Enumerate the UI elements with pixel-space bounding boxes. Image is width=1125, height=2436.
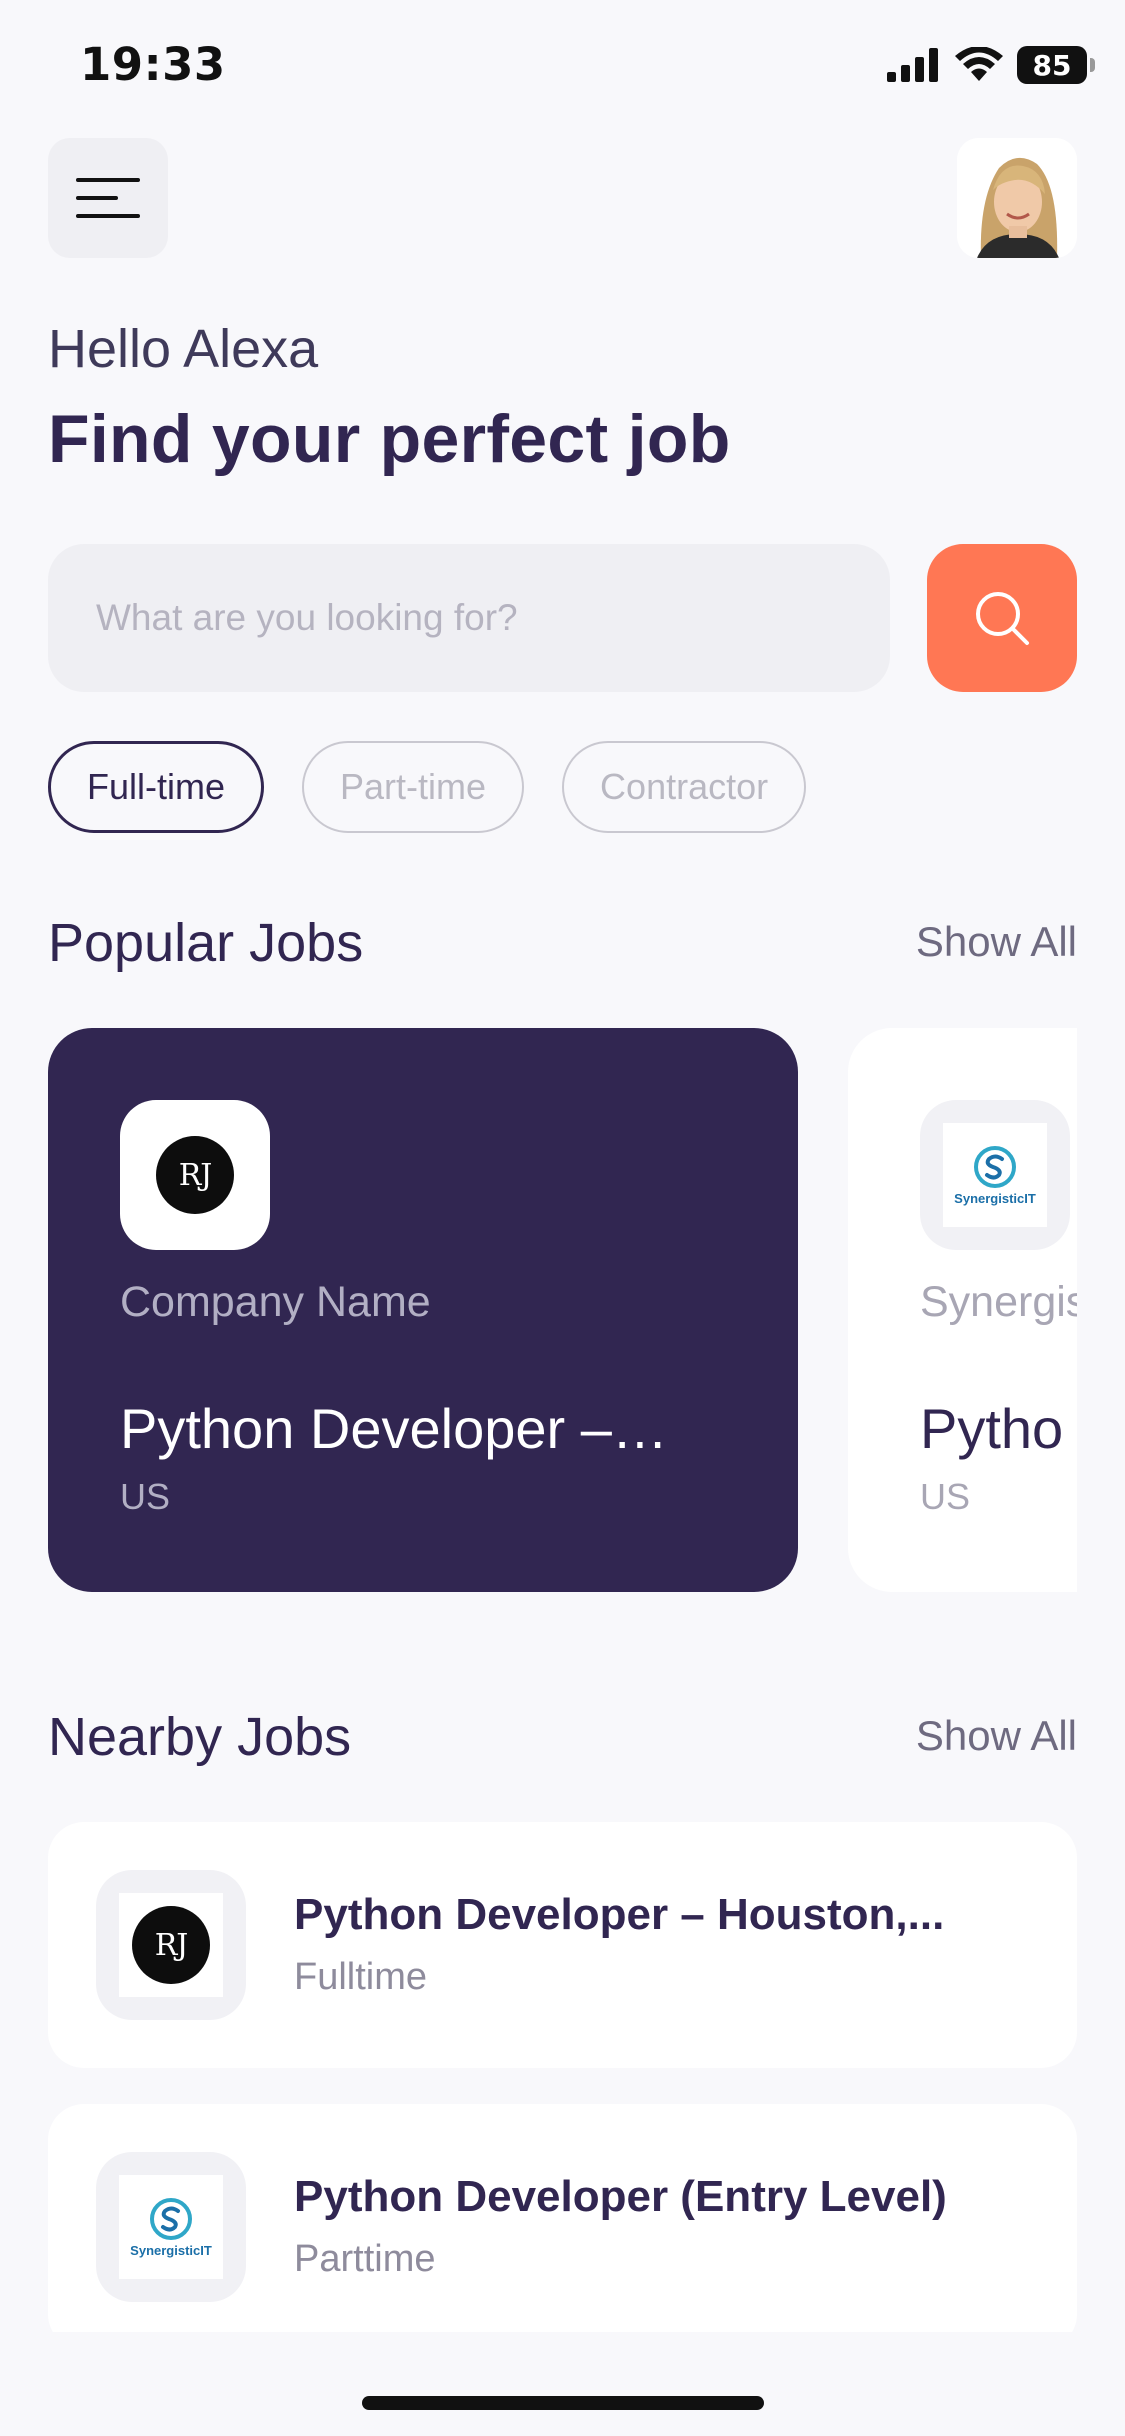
company-name: Company Name xyxy=(120,1278,431,1326)
synergisticit-emblem-icon xyxy=(974,1145,1016,1188)
synergisticit-logo: SynergisticIT xyxy=(119,2175,223,2279)
status-time: 19:33 xyxy=(80,38,226,91)
job-country: US xyxy=(120,1476,171,1517)
search-icon xyxy=(976,592,1029,645)
popular-show-all-link[interactable]: Show All xyxy=(916,918,1077,966)
job-search-home-screen: 19:33 85 Hello Alexa Find your perfect j… xyxy=(0,0,1125,2436)
synergisticit-logo: SynergisticIT xyxy=(943,1123,1047,1227)
job-title: Python Developer –… xyxy=(120,1397,668,1460)
battery-icon: 85 xyxy=(1017,46,1095,84)
home-indicator[interactable] xyxy=(362,2396,764,2410)
nearby-jobs-title: Nearby Jobs xyxy=(48,1707,352,1767)
job-type-filters: Full-time Part-time Contractor xyxy=(48,741,807,833)
greeting-text: Hello Alexa xyxy=(48,319,319,379)
avatar-image xyxy=(957,138,1077,258)
nearby-job-card[interactable]: RJ Python Developer – Houston,... Fullti… xyxy=(48,1822,1077,2068)
job-type: Parttime xyxy=(294,2238,436,2280)
popular-jobs-title: Popular Jobs xyxy=(48,913,364,973)
cellular-signal-icon xyxy=(887,48,938,82)
search-button[interactable] xyxy=(927,544,1077,692)
filter-chip-full-time[interactable]: Full-time xyxy=(48,741,265,833)
menu-icon xyxy=(76,178,140,182)
company-logo: SynergisticIT xyxy=(920,1100,1070,1250)
rj-logo: RJ xyxy=(132,1906,210,1984)
company-logo: RJ xyxy=(120,1100,270,1250)
synergisticit-logo-text: SynergisticIT xyxy=(954,1190,1036,1206)
nearby-jobs-list: RJ Python Developer – Houston,... Fullti… xyxy=(48,1822,1077,2332)
company-logo: SynergisticIT xyxy=(96,2152,246,2302)
status-icons: 85 xyxy=(887,46,1095,84)
nearby-show-all-link[interactable]: Show All xyxy=(916,1712,1077,1760)
synergisticit-logo-text: SynergisticIT xyxy=(130,2242,212,2258)
page-title: Find your perfect job xyxy=(48,401,731,477)
battery-level: 85 xyxy=(1032,48,1072,82)
filter-chip-contractor[interactable]: Contractor xyxy=(562,741,807,833)
popular-job-card[interactable]: RJ Company Name Python Developer –… US xyxy=(48,1028,798,1592)
company-logo: RJ xyxy=(96,1870,246,2020)
menu-button[interactable] xyxy=(48,138,168,258)
job-title: Pytho xyxy=(920,1397,1064,1460)
avatar[interactable] xyxy=(957,138,1077,258)
nearby-job-card[interactable]: SynergisticIT Python Developer (Entry Le… xyxy=(48,2104,1077,2332)
job-country: US xyxy=(920,1476,971,1517)
job-title: Python Developer – Houston,... xyxy=(294,1890,945,1939)
wifi-icon xyxy=(955,47,1003,81)
rj-logo: RJ xyxy=(156,1136,234,1214)
synergisticit-emblem-icon xyxy=(150,2197,192,2240)
status-bar: 19:33 85 xyxy=(0,0,1125,130)
search-input[interactable] xyxy=(48,544,890,692)
job-title: Python Developer (Entry Level) xyxy=(294,2172,947,2221)
job-type: Fulltime xyxy=(294,1956,428,1998)
popular-jobs-carousel[interactable]: RJ Company Name Python Developer –… US S… xyxy=(48,1028,1077,1592)
popular-job-card[interactable]: SynergisticIT Synergis Pytho US xyxy=(848,1028,1077,1592)
filter-chip-part-time[interactable]: Part-time xyxy=(302,741,525,833)
company-name: Synergis xyxy=(920,1278,1077,1326)
